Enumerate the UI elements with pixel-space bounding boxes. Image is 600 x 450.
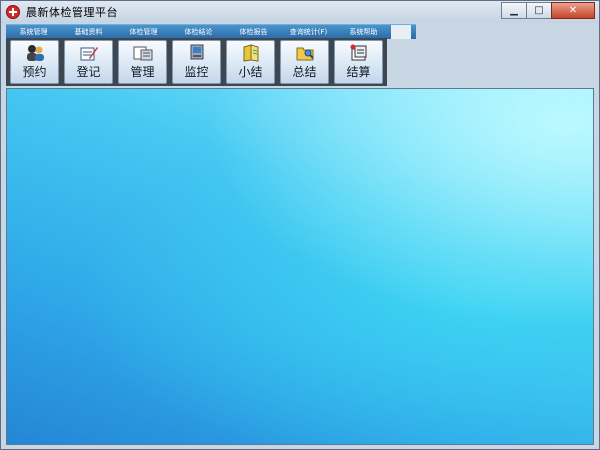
menu-bar: 系统管理 基础资料 体检管理 体检结论 体检报告 查询统计(F) 系统帮助 (6, 24, 416, 39)
toolbar-label: 预约 (22, 65, 47, 79)
workspace-background (6, 88, 594, 445)
toolbar-button-conclusion[interactable]: 总结 (280, 40, 329, 84)
title-bar[interactable]: 晨新体检管理平台 ▁ □ ✕ (1, 1, 599, 23)
toolbar-button-settlement[interactable]: 结算 (334, 40, 383, 84)
app-window: 晨新体检管理平台 ▁ □ ✕ 系统管理 基础资料 体检管理 体检结论 体检报告 … (0, 0, 600, 450)
menu-exam-conclusion[interactable]: 体检结论 (171, 25, 226, 39)
manage-icon (133, 46, 153, 61)
toolbar-label: 监控 (184, 65, 209, 79)
app-logo-icon (6, 5, 20, 19)
users-icon (27, 45, 44, 61)
menu-query-stats[interactable]: 查询统计(F) (281, 25, 336, 39)
toolbar-button-appointment[interactable]: 预约 (10, 40, 59, 84)
toolbar-label: 管理 (130, 65, 155, 79)
toolbar-button-register[interactable]: 登记 (64, 40, 113, 84)
main-toolbar: 预约 登记 管理 监控 小结 总结 结算 (6, 38, 387, 86)
toolbar-label: 小结 (238, 65, 263, 79)
menu-bar-end (391, 25, 411, 39)
menu-exam-manage[interactable]: 体检管理 (116, 25, 171, 39)
summary-icon (243, 44, 259, 62)
window-title: 晨新体检管理平台 (26, 6, 118, 19)
register-icon (80, 47, 98, 61)
menu-system[interactable]: 系统管理 (6, 25, 61, 39)
monitor-icon (190, 44, 204, 60)
menu-exam-report[interactable]: 体检报告 (226, 25, 281, 39)
settlement-icon (350, 44, 367, 61)
conclusion-icon (296, 47, 314, 61)
minimize-button[interactable]: ▁ (501, 2, 527, 19)
caption-buttons: ▁ □ ✕ (501, 2, 595, 19)
toolbar-label: 总结 (292, 65, 317, 79)
toolbar-label: 登记 (76, 65, 101, 79)
maximize-button[interactable]: □ (526, 2, 552, 19)
menu-basic-data[interactable]: 基础资料 (61, 25, 116, 39)
menu-help[interactable]: 系统帮助 (336, 25, 391, 39)
toolbar-button-manage[interactable]: 管理 (118, 40, 167, 84)
toolbar-label: 结算 (346, 65, 371, 79)
toolbar-button-summary[interactable]: 小结 (226, 40, 275, 84)
close-button[interactable]: ✕ (551, 2, 595, 19)
toolbar-button-monitor[interactable]: 监控 (172, 40, 221, 84)
